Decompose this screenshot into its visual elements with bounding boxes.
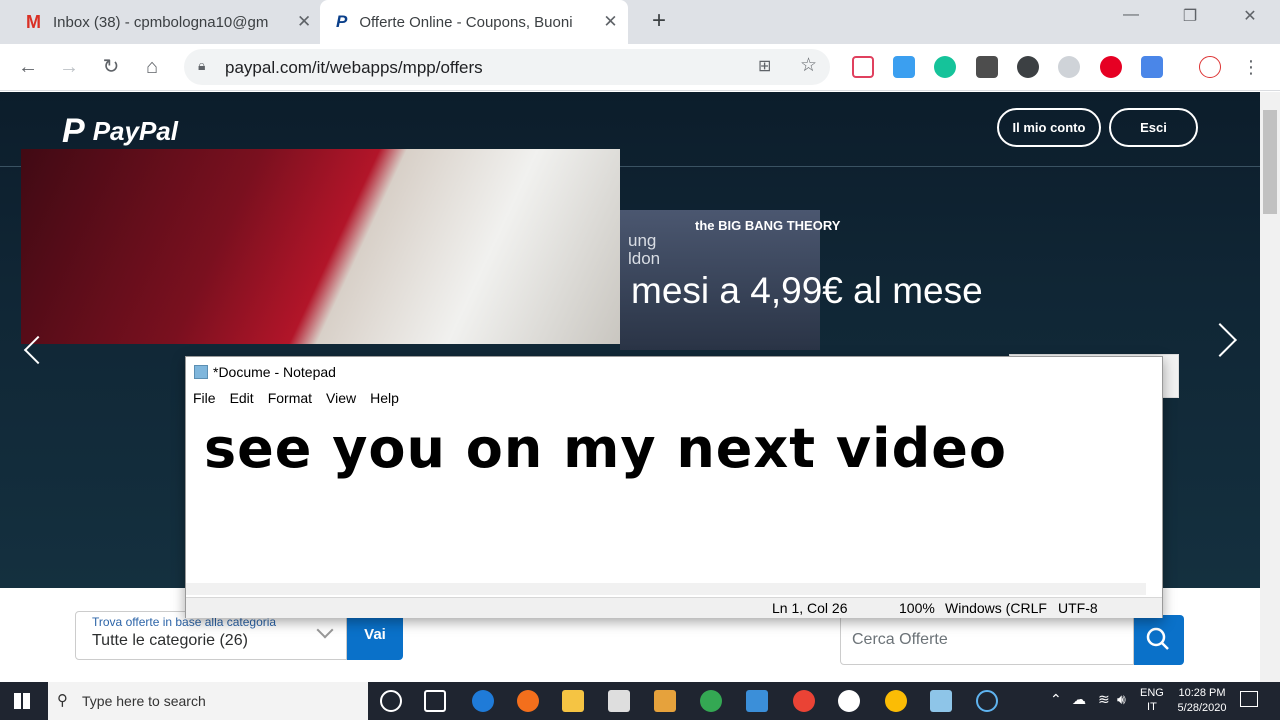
notepad-horizontal-scrollbar[interactable]	[186, 583, 1146, 595]
extension-google-translate-icon[interactable]	[1141, 56, 1163, 78]
tab-gmail[interactable]: M Inbox (38) - cpmbologna10@gm ✕	[10, 0, 320, 44]
lang-secondary: IT	[1147, 701, 1157, 713]
extension-pocket-icon[interactable]	[852, 56, 874, 78]
status-zoom: 100%	[899, 600, 935, 616]
poster-side-text: ung ldon	[628, 231, 661, 268]
tab-paypal-offers[interactable]: P Offerte Online - Coupons, Buoni ✕	[320, 0, 628, 44]
taskbar-search-box[interactable]: ⚲ Type here to search	[48, 682, 368, 720]
notepad-menu-bar: File Edit Format View Help	[186, 390, 399, 412]
extension-radio-icon[interactable]	[1199, 56, 1221, 78]
notepad-title: *Docume - Notepad	[213, 364, 336, 380]
windows-taskbar: ⚲ Type here to search ⌃ ☁ ≋ 🔊︎ ENG IT 10…	[0, 682, 1280, 720]
chevron-down-icon	[316, 621, 334, 639]
extension-tb-icon[interactable]	[976, 56, 998, 78]
restore-icon[interactable]: ❐	[1167, 6, 1213, 26]
clock-time: 10:28 PM	[1178, 687, 1226, 699]
close-tab-icon[interactable]: ✕	[297, 12, 311, 32]
translate-icon[interactable]: ⊞	[758, 56, 771, 76]
menu-file[interactable]: File	[193, 390, 216, 412]
lock-icon: 🔒︎	[198, 57, 206, 73]
paypal-p-icon: P	[62, 112, 85, 150]
new-tab-button[interactable]: +	[646, 8, 672, 34]
extension-pinterest-icon[interactable]	[1100, 56, 1122, 78]
firefox-icon[interactable]	[517, 690, 539, 712]
notepad-window: *Docume - Notepad File Edit Format View …	[185, 356, 1163, 618]
extension-snowflake-icon[interactable]	[1058, 56, 1080, 78]
extension-grammarly-icon[interactable]	[934, 56, 956, 78]
search-icon	[1146, 627, 1169, 650]
paypal-icon: P	[336, 12, 348, 31]
tab-title: Inbox (38) - cpmbologna10@gm	[53, 13, 269, 31]
offer-search-input[interactable]: Cerca Offerte	[840, 615, 1134, 665]
back-icon[interactable]: ←	[15, 54, 41, 80]
menu-help[interactable]: Help	[370, 390, 399, 412]
status-position: Ln 1, Col 26	[772, 600, 848, 616]
taskbar-clock[interactable]: 10:28 PM 5/28/2020	[1170, 686, 1234, 716]
lang-primary: ENG	[1140, 687, 1164, 699]
clock-date: 5/28/2020	[1177, 702, 1227, 714]
volume-icon[interactable]: 🔊︎	[1117, 691, 1126, 708]
notepad-status-bar: Ln 1, Col 26 100% Windows (CRLF UTF-8	[186, 597, 1162, 618]
category-select-value: Tutte le categorie (26)	[92, 632, 248, 649]
file-explorer-icon[interactable]	[562, 690, 584, 712]
poster-title: the BIG BANG THEORY	[695, 218, 841, 233]
edge-icon[interactable]	[472, 690, 494, 712]
my-account-button[interactable]: Il mio conto	[997, 108, 1101, 147]
address-bar[interactable]: 🔒︎ paypal.com/it/webapps/mpp/offers ⊞ ☆	[184, 49, 830, 85]
close-tab-icon[interactable]: ✕	[603, 12, 617, 32]
page-scrollbar[interactable]	[1260, 92, 1280, 682]
paypal-wordmark: PayPal	[92, 116, 178, 146]
menu-format[interactable]: Format	[268, 390, 312, 412]
browser-tab-strip: M Inbox (38) - cpmbologna10@gm ✕ P Offer…	[0, 0, 1280, 44]
extension-twitter-icon[interactable]	[893, 56, 915, 78]
store-icon[interactable]	[608, 690, 630, 712]
menu-view[interactable]: View	[326, 390, 356, 412]
carousel-next-icon[interactable]	[1203, 323, 1237, 357]
menu-kebab-icon[interactable]: ⋮	[1238, 54, 1264, 80]
status-line-ending: Windows (CRLF	[945, 600, 1047, 616]
go-button[interactable]: Vai	[347, 611, 403, 660]
notification-icon[interactable]	[1240, 691, 1258, 707]
notepad-text-area[interactable]: see you on my next video	[204, 417, 1007, 480]
tray-chevron-icon[interactable]: ⌃	[1050, 691, 1062, 708]
bookmark-star-icon[interactable]: ☆	[800, 54, 817, 77]
scrollbar-thumb[interactable]	[1263, 110, 1277, 214]
taskbar-search-placeholder: Type here to search	[82, 693, 206, 709]
windows-start-icon[interactable]	[14, 693, 30, 709]
cortana-icon[interactable]	[380, 690, 402, 712]
search-button[interactable]	[1134, 615, 1184, 665]
url-text: paypal.com/it/webapps/mpp/offers	[225, 58, 483, 77]
task-view-icon[interactable]	[424, 690, 446, 712]
input-language[interactable]: ENG IT	[1140, 686, 1164, 714]
search-icon: ⚲	[57, 692, 68, 709]
chrome-active-icon[interactable]	[885, 690, 907, 712]
photos-icon[interactable]	[838, 690, 860, 712]
onedrive-icon[interactable]: ☁	[1072, 691, 1086, 708]
chrome-profile-icon[interactable]	[793, 690, 815, 712]
reload-icon[interactable]: ↻	[98, 54, 124, 80]
mail-icon[interactable]	[746, 690, 768, 712]
wifi-icon[interactable]: ≋	[1098, 691, 1110, 708]
notepad-icon	[194, 365, 208, 379]
video-thumbnail-overlay	[21, 149, 620, 344]
notepad-taskbar-icon[interactable]	[930, 690, 952, 712]
category-select[interactable]: Trova offerte in base alla categoria Tut…	[75, 611, 347, 660]
tab-title: Offerte Online - Coupons, Buoni	[359, 13, 573, 31]
chrome-icon[interactable]	[700, 690, 722, 712]
extension-puzzle-icon[interactable]	[1017, 56, 1039, 78]
close-window-icon[interactable]: ✕	[1227, 6, 1273, 26]
status-encoding: UTF-8	[1058, 600, 1098, 616]
media-player-icon[interactable]	[654, 690, 676, 712]
gmail-icon: M	[26, 11, 41, 32]
home-icon[interactable]: ⌂	[139, 54, 165, 80]
paypal-logo[interactable]: P PayPal	[62, 112, 178, 151]
browser-toolbar: ← → ↻ ⌂ 🔒︎ paypal.com/it/webapps/mpp/off…	[0, 44, 1280, 91]
minimize-icon[interactable]: —	[1108, 6, 1154, 24]
recorder-icon[interactable]	[976, 690, 998, 712]
promo-headline: mesi a 4,99€ al mese	[631, 270, 983, 311]
menu-edit[interactable]: Edit	[230, 390, 254, 412]
logout-button[interactable]: Esci	[1109, 108, 1198, 147]
forward-icon[interactable]: →	[56, 54, 82, 80]
